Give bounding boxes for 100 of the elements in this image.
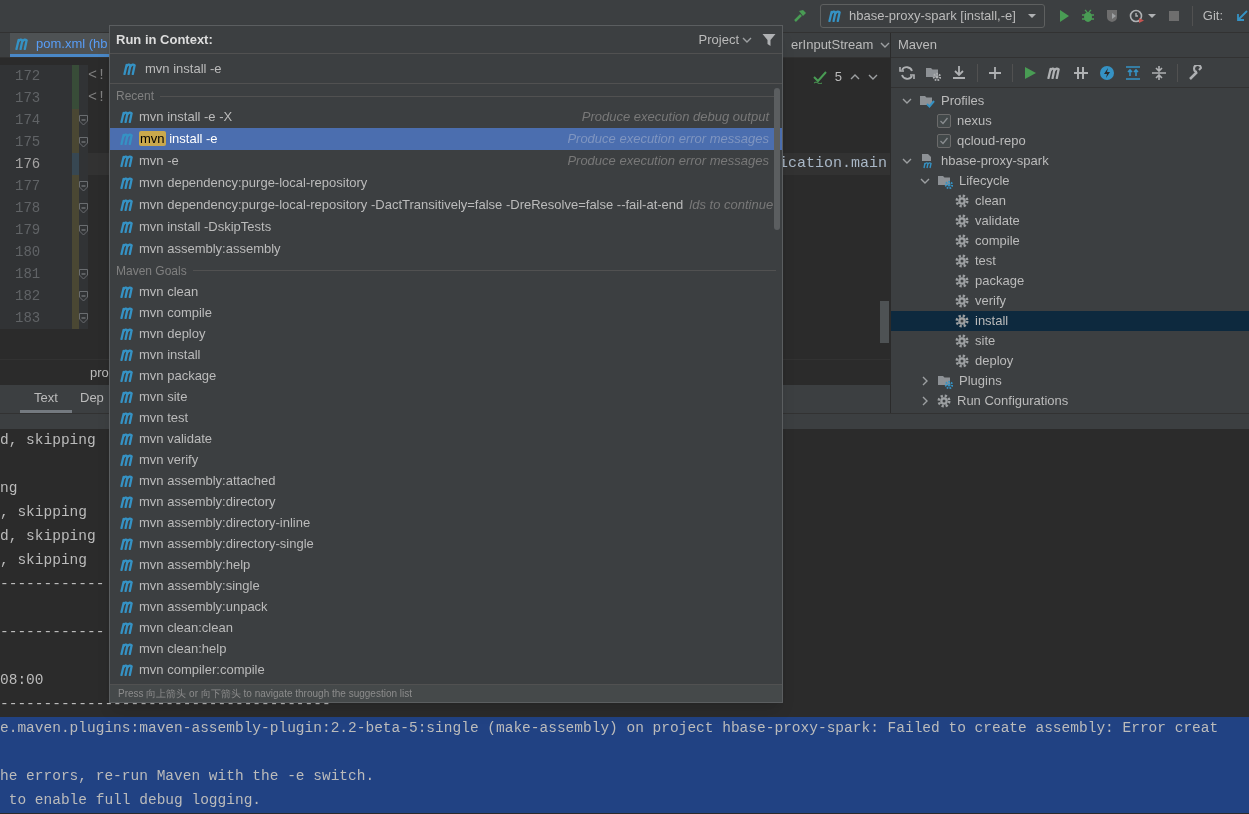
console-line: ------------	[0, 623, 105, 643]
folder-icon	[919, 93, 935, 109]
suggestion-item[interactable]: mvn deploy	[110, 323, 782, 344]
tree-item[interactable]: verify	[891, 291, 1249, 311]
checkbox[interactable]	[937, 114, 951, 128]
editor-tab[interactable]: pom.xml (hb	[10, 33, 110, 57]
suggestion-item[interactable]: mvn clean:help	[110, 638, 782, 659]
lightning-icon[interactable]	[1099, 64, 1115, 81]
tree-item[interactable]: Plugins	[891, 371, 1249, 391]
suggestion-item[interactable]: mvn package	[110, 365, 782, 386]
filter-icon[interactable]	[762, 32, 776, 47]
stop-icon[interactable]	[1167, 10, 1180, 22]
scope-dropdown[interactable]: Project	[698, 29, 752, 50]
tree-item[interactable]: qcloud-repo	[891, 131, 1249, 151]
wrench-icon[interactable]	[1188, 64, 1204, 81]
refresh-icon[interactable]	[899, 64, 915, 81]
fold-icon[interactable]	[79, 180, 88, 192]
fold-icon[interactable]	[79, 224, 88, 236]
editor-tab[interactable]: erInputStream	[786, 33, 879, 57]
suggestion-item[interactable]: mvn assembly:single	[110, 575, 782, 596]
maven-icon	[120, 579, 136, 592]
suggestion-item[interactable]: mvn site	[110, 386, 782, 407]
tree-item[interactable]: install	[891, 311, 1249, 331]
maven-icon	[120, 390, 136, 403]
chevron-down-icon[interactable]	[880, 40, 891, 50]
suggestion-item[interactable]: mvn compiler:compile	[110, 659, 782, 680]
panel-title: Maven	[898, 36, 938, 55]
expand-all-icon[interactable]	[1125, 64, 1141, 81]
suggestion-item[interactable]: mvn compile	[110, 302, 782, 323]
maven-icon	[120, 306, 136, 319]
suggestion-item[interactable]: mvn assembly:help	[110, 554, 782, 575]
fold-icon[interactable]	[79, 290, 88, 302]
debug-icon[interactable]	[1080, 9, 1095, 23]
profiler-icon[interactable]	[1128, 9, 1145, 23]
suggestion-item[interactable]: mvn clean:clean	[110, 617, 782, 638]
tree-item[interactable]: validate	[891, 211, 1249, 231]
suggestion-item[interactable]: mvn install -e -X Produce execution debug output	[110, 106, 782, 128]
download-icon[interactable]	[951, 64, 967, 81]
fold-icon[interactable]	[79, 312, 88, 324]
tree-item[interactable]: clean	[891, 191, 1249, 211]
search-field[interactable]: mvn install -e	[145, 54, 782, 83]
hammer-icon[interactable]	[792, 8, 808, 24]
maven-icon	[120, 243, 136, 255]
problem-count: 5	[834, 68, 842, 86]
breadcrumb[interactable]: pro	[90, 362, 109, 383]
tree-item[interactable]: package	[891, 271, 1249, 291]
chevron-down-icon[interactable]	[902, 156, 912, 166]
suggestion-item[interactable]: mvn install	[110, 344, 782, 365]
maven-icon	[120, 177, 136, 189]
suggestion-item[interactable]: mvn dependency:purge-local-repository	[110, 172, 782, 194]
tree-item[interactable]: Profiles	[891, 91, 1249, 111]
tree-item[interactable]: compile	[891, 231, 1249, 251]
suggestion-item[interactable]: mvn dependency:purge-local-repository -DactTransitively=false -DreResolve=false --fail-at-end lds to continue	[110, 194, 782, 216]
suggestion-item[interactable]: mvn assembly:directory-single	[110, 533, 782, 554]
fold-icon[interactable]	[79, 202, 88, 214]
suggestion-item[interactable]: mvn clean	[110, 281, 782, 302]
tree-item[interactable]: nexus	[891, 111, 1249, 131]
chevron-down-icon[interactable]	[920, 176, 930, 186]
caret-icon[interactable]	[1147, 12, 1156, 20]
maven-icon	[120, 537, 136, 550]
tree-item[interactable]: site	[891, 331, 1249, 351]
chevron-right-icon[interactable]	[920, 376, 930, 386]
chevron-down-icon[interactable]	[902, 96, 912, 106]
checkbox[interactable]	[937, 134, 951, 148]
run-configuration-dropdown[interactable]: hbase-proxy-spark [install,-e]	[820, 4, 1045, 28]
fold-icon[interactable]	[79, 136, 88, 148]
maven-icon	[120, 285, 136, 298]
editor-mode-tab[interactable]: Dep	[75, 385, 109, 413]
tree-item[interactable]: hbase-proxy-spark	[891, 151, 1249, 171]
console-line: e.maven.plugins:maven-assembly-plugin:2.2-beta-5:single (make-assembly) on project hbase-proxy-spark: Failed to create assembly: Error creat	[0, 719, 1219, 739]
scrollbar[interactable]	[880, 301, 889, 343]
add-icon[interactable]	[988, 65, 1002, 80]
suggestion-item[interactable]: mvn assembly:attached	[110, 470, 782, 491]
chevron-right-icon[interactable]	[920, 396, 930, 406]
tree-item[interactable]: test	[891, 251, 1249, 271]
skip-tests-icon[interactable]	[1073, 64, 1089, 81]
suggestion-item[interactable]: mvn validate	[110, 428, 782, 449]
suggestion-item[interactable]: mvn verify	[110, 449, 782, 470]
run-icon[interactable]	[1023, 65, 1037, 80]
scrollbar[interactable]	[774, 88, 780, 230]
suggestion-item[interactable]: mvn test	[110, 407, 782, 428]
tree-item[interactable]: Lifecycle	[891, 171, 1249, 191]
maven-icon	[120, 111, 136, 123]
console-line: to enable full debug logging.	[7, 791, 262, 811]
fold-icon[interactable]	[79, 268, 88, 280]
tree-item[interactable]: Run Configurations	[891, 391, 1249, 411]
suggestion-item[interactable]: mvn assembly:directory-inline	[110, 512, 782, 533]
suggestion-item[interactable]: mvn assembly:directory	[110, 491, 782, 512]
tree-item[interactable]: deploy	[891, 351, 1249, 371]
maven-icon	[120, 453, 136, 466]
check-icon[interactable]	[812, 69, 827, 84]
coverage-icon[interactable]	[1104, 9, 1119, 23]
collapse-all-icon[interactable]	[1151, 64, 1167, 81]
suggestion-item[interactable]: mvn install -DskipTests	[110, 216, 782, 238]
suggestion-item[interactable]: mvn assembly:assembly	[110, 238, 782, 260]
arrow-icon[interactable]	[1235, 9, 1249, 23]
gear-icon	[955, 334, 969, 348]
maven-icon[interactable]	[1047, 66, 1063, 79]
suggestion-item[interactable]: mvn assembly:unpack	[110, 596, 782, 617]
fold-icon[interactable]	[79, 114, 88, 126]
